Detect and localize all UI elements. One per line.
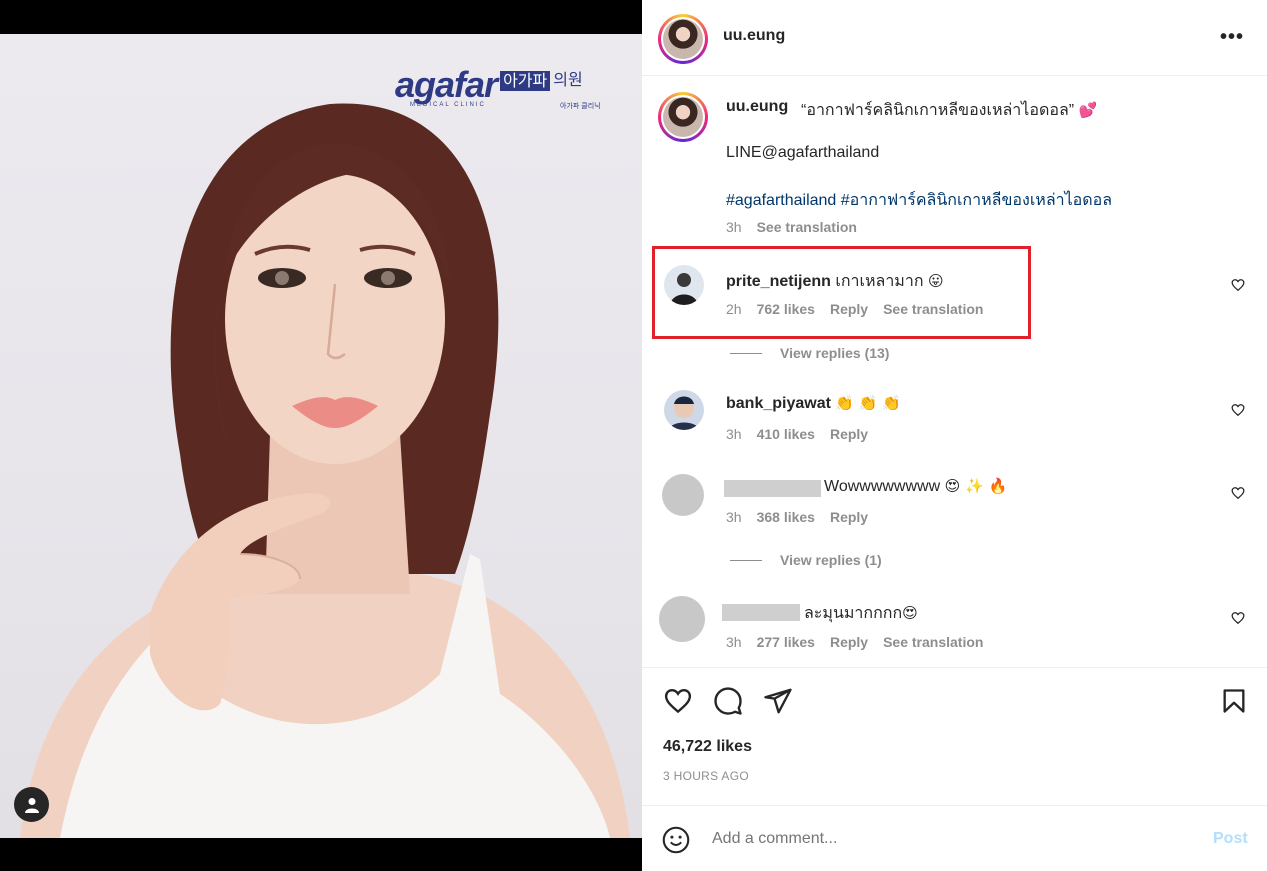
view-replies-button[interactable]: View replies (13) — [730, 345, 889, 361]
comment-username[interactable]: prite_netijenn เกาเหลามาก 😛 — [726, 269, 944, 294]
comment-meta: 3h 410 likes Reply — [726, 426, 868, 442]
comment-like-heart-icon[interactable] — [1231, 278, 1245, 292]
caption-meta: 3h See translation — [726, 219, 857, 235]
caption-quote: “อากาฟาร์คลินิกเกาหลีของเหล่าไอดอล” — [801, 102, 1075, 119]
comment-like-heart-icon[interactable] — [1231, 611, 1245, 625]
emoji-smiley-icon[interactable] — [662, 826, 690, 854]
post-sidebar: uu.eung ••• uu.eung “อากาฟาร์คลินิกเกาหล… — [642, 0, 1267, 871]
post-header: uu.eung ••• — [642, 0, 1267, 76]
caption-avatar[interactable] — [658, 92, 708, 142]
clinic-logo: agafar 아가파 의원 — [395, 67, 583, 103]
comment-likes[interactable]: 762 likes — [757, 301, 815, 317]
likes-count[interactable]: 46,722 likes — [663, 738, 752, 756]
comment-avatar[interactable] — [664, 265, 704, 305]
post-media: agafar 아가파 의원 MEDICAL CLINIC 아가파 클리닉 — [0, 0, 642, 871]
comment-bubble-icon[interactable] — [712, 686, 744, 716]
comment-emoji: 😍 — [902, 604, 918, 622]
logo-wordmark: agafar — [395, 64, 498, 105]
caption-line-id: LINE@agafarthailand — [726, 144, 880, 161]
post-photo[interactable]: agafar 아가파 의원 MEDICAL CLINIC 아가파 클리닉 — [0, 34, 642, 838]
comment-likes[interactable]: 368 likes — [757, 509, 815, 525]
author-username[interactable]: uu.eung — [723, 27, 785, 45]
caption-emoji: 💕 — [1078, 101, 1098, 119]
comment-like-heart-icon[interactable] — [1231, 403, 1245, 417]
comment-avatar[interactable] — [662, 474, 704, 516]
redacted-username — [724, 480, 821, 497]
comment-meta: 3h 277 likes Reply See translation — [726, 634, 983, 650]
comment-likes[interactable]: 277 likes — [757, 634, 815, 650]
comment-time[interactable]: 3h — [726, 509, 742, 525]
logo-subtitle: MEDICAL CLINIC — [410, 102, 486, 108]
caption-text: “อากาฟาร์คลินิกเกาหลีของเหล่าไอดอล” 💕 — [801, 98, 1097, 123]
comment-text: Wowwwwwwww 😍 ✨ 🔥 — [824, 477, 1008, 495]
portrait-illustration — [20, 103, 630, 838]
comment-avatar[interactable] — [664, 390, 704, 430]
comment-username[interactable]: bank_piyawat 👏 👏 👏 — [726, 394, 901, 413]
logo-korean: 의원 — [553, 70, 583, 89]
comment-like-heart-icon[interactable] — [1231, 486, 1245, 500]
comment-see-translation[interactable]: See translation — [883, 634, 983, 650]
save-bookmark-icon[interactable] — [1220, 686, 1248, 716]
comment-text: ละมุนมากกกก😍 — [804, 604, 918, 622]
user-icon — [24, 797, 39, 813]
comment-emoji: 😍 ✨ 🔥 — [944, 477, 1008, 495]
logo-subtitle-korean: 아가파 클리닉 — [560, 103, 601, 110]
caption-hashtags[interactable]: #agafarthailand #อากาฟาร์คลินิกเกาหลีของ… — [726, 188, 1112, 213]
comment-emoji: 👏 👏 👏 — [835, 394, 901, 412]
comment-likes[interactable]: 410 likes — [757, 426, 815, 442]
post-comment-button[interactable]: Post — [1213, 830, 1248, 848]
caption-username[interactable]: uu.eung — [726, 98, 788, 116]
share-paper-plane-icon[interactable] — [762, 686, 794, 716]
comment-time[interactable]: 3h — [726, 634, 742, 650]
comment-reply-button[interactable]: Reply — [830, 634, 868, 650]
redacted-username — [722, 604, 800, 621]
tagged-user-button[interactable] — [14, 787, 49, 822]
add-comment-bar: Post — [642, 805, 1267, 871]
actions-divider — [642, 667, 1267, 668]
comment-avatar[interactable] — [659, 596, 705, 642]
post-timestamp[interactable]: 3 HOURS AGO — [663, 769, 749, 783]
comment-meta: 3h 368 likes Reply — [726, 509, 868, 525]
comment-time[interactable]: 3h — [726, 426, 742, 442]
comment-reply-button[interactable]: Reply — [830, 426, 868, 442]
like-heart-icon[interactable] — [662, 686, 694, 716]
comment-meta: 2h 762 likes Reply See translation — [726, 301, 983, 317]
logo-korean-boxed: 아가파 — [500, 71, 551, 91]
author-avatar[interactable] — [658, 14, 708, 64]
comment-emoji: 😛 — [927, 272, 944, 290]
comment-time[interactable]: 2h — [726, 301, 742, 317]
comment-reply-button[interactable]: Reply — [830, 301, 868, 317]
comment-text: เกาเหลามาก — [835, 273, 924, 290]
caption-see-translation[interactable]: See translation — [757, 219, 857, 235]
add-comment-input[interactable] — [712, 830, 1172, 848]
comment-see-translation[interactable]: See translation — [883, 301, 983, 317]
view-replies-button[interactable]: View replies (1) — [730, 552, 882, 568]
comment-reply-button[interactable]: Reply — [830, 509, 868, 525]
caption-time[interactable]: 3h — [726, 219, 742, 235]
more-options-icon[interactable]: ••• — [1220, 26, 1244, 49]
